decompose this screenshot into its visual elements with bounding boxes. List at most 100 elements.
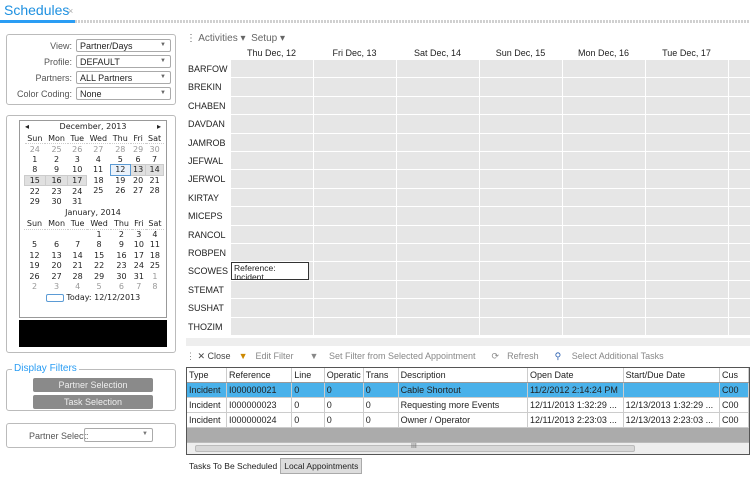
- partner-select-dropdown[interactable]: ▼: [84, 428, 153, 442]
- scrollbar-thumb[interactable]: III: [195, 443, 635, 452]
- calendar-day[interactable]: 26: [24, 271, 45, 282]
- appointment-block[interactable]: Reference: Incident: [231, 262, 309, 280]
- calendar-day[interactable]: 2: [111, 229, 132, 240]
- calendar-day[interactable]: 4: [146, 229, 164, 240]
- calendar-day[interactable]: 15: [87, 250, 111, 261]
- calendar-day[interactable]: 2: [45, 154, 68, 165]
- calendar-day[interactable]: 27: [131, 186, 146, 197]
- profile-select[interactable]: DEFAULT ▼: [76, 55, 171, 68]
- calendar-day[interactable]: 9: [111, 240, 132, 251]
- calendar-day[interactable]: [110, 196, 130, 207]
- partner-selection-button[interactable]: Partner Selection: [33, 378, 153, 392]
- calendar-day[interactable]: 1: [25, 154, 46, 165]
- calendar-day[interactable]: 8: [146, 282, 164, 293]
- calendar-day[interactable]: [146, 196, 164, 207]
- grid-horizontal-scrollbar[interactable]: [186, 338, 750, 346]
- today-link[interactable]: Today: 12/12/2013: [66, 293, 140, 302]
- calendar-day[interactable]: 8: [25, 165, 46, 176]
- calendar-day[interactable]: 26: [68, 144, 87, 155]
- column-header[interactable]: Cus: [719, 368, 749, 383]
- calendar-day[interactable]: 13: [45, 250, 68, 261]
- calendar-day[interactable]: 21: [146, 175, 164, 186]
- calendar-day[interactable]: 30: [111, 271, 132, 282]
- calendar-day[interactable]: 5: [24, 240, 45, 251]
- calendar-day[interactable]: 10: [132, 240, 146, 251]
- calendar-day[interactable]: 19: [110, 175, 130, 186]
- calendar-day[interactable]: 17: [132, 250, 146, 261]
- calendar-day[interactable]: 28: [146, 186, 164, 197]
- calendar-day[interactable]: 9: [45, 165, 68, 176]
- calendar-day[interactable]: 3: [45, 282, 68, 293]
- calendar-day[interactable]: 20: [45, 261, 68, 272]
- calendar-day[interactable]: 5: [110, 154, 130, 165]
- calendar-day[interactable]: 11: [146, 240, 164, 251]
- calendar-day[interactable]: 18: [87, 175, 111, 186]
- calendar-day[interactable]: 7: [68, 240, 87, 251]
- calendar-day[interactable]: 12: [109, 164, 132, 176]
- calendar-day[interactable]: 3: [68, 154, 87, 165]
- calendar-day[interactable]: 23: [111, 261, 132, 272]
- table-row[interactable]: Incident I000000023 0 0 0 Requesting more Eve…: [187, 397, 749, 413]
- table-row[interactable]: Incident I000000024 0 0 0 Owner / Operator 12/…: [187, 412, 749, 428]
- calendar-day[interactable]: 10: [68, 165, 87, 176]
- calendar-day[interactable]: 3: [132, 229, 146, 240]
- select-tasks-button[interactable]: ⚲ Select Additional Tasks: [555, 351, 672, 361]
- calendar-day[interactable]: 27: [87, 144, 111, 155]
- calendar-day[interactable]: 22: [87, 261, 111, 272]
- column-header[interactable]: Open Date: [527, 368, 624, 383]
- calendar-day[interactable]: [24, 229, 45, 240]
- calendar-day[interactable]: 6: [131, 154, 146, 165]
- tab-tasks-to-be-scheduled[interactable]: Tasks To Be Scheduled: [186, 459, 280, 473]
- close-tab-icon[interactable]: ×: [68, 6, 73, 16]
- calendar-day[interactable]: 23: [45, 186, 68, 197]
- calendar-day[interactable]: 4: [68, 282, 87, 293]
- calendar-day[interactable]: 30: [45, 196, 68, 207]
- calendar-day[interactable]: 31: [68, 196, 87, 207]
- schedule-grid[interactable]: [230, 60, 750, 336]
- close-button[interactable]: ✕ Close: [198, 351, 231, 361]
- calendar-day[interactable]: 30: [146, 144, 164, 155]
- calendar-day[interactable]: 14: [145, 164, 164, 176]
- calendar-day[interactable]: 29: [25, 196, 46, 207]
- calendar-day[interactable]: 14: [68, 250, 87, 261]
- calendar-day[interactable]: 13: [129, 164, 147, 176]
- calendar-day[interactable]: 29: [131, 144, 146, 155]
- tab-schedules[interactable]: Schedules: [4, 2, 69, 18]
- calendar-day[interactable]: 12: [24, 250, 45, 261]
- calendar-day[interactable]: 28: [68, 271, 87, 282]
- calendar-day[interactable]: 28: [110, 144, 130, 155]
- color-coding-select[interactable]: None ▼: [76, 87, 171, 100]
- calendar-day[interactable]: 25: [146, 261, 164, 272]
- calendar-day[interactable]: 1: [146, 271, 164, 282]
- partners-select[interactable]: ALL Partners ▼: [76, 71, 171, 84]
- calendar-day[interactable]: 20: [131, 175, 146, 186]
- calendar-day[interactable]: [131, 196, 146, 207]
- column-header[interactable]: Description: [398, 368, 528, 383]
- refresh-button[interactable]: ⟳ Refresh: [492, 351, 547, 361]
- calendar-day[interactable]: 24: [132, 261, 146, 272]
- calendar-day[interactable]: 2: [24, 282, 45, 293]
- calendar-day[interactable]: 26: [110, 186, 130, 197]
- calendar-day[interactable]: 29: [87, 271, 111, 282]
- calendar-day[interactable]: [87, 196, 111, 207]
- calendar-day[interactable]: 16: [44, 174, 69, 186]
- calendar-day[interactable]: 1: [87, 229, 111, 240]
- calendar-day[interactable]: 7: [132, 282, 146, 293]
- edit-filter-button[interactable]: ▼ Edit Filter: [239, 351, 302, 361]
- table-horizontal-scrollbar[interactable]: III: [187, 442, 749, 454]
- column-header[interactable]: Line: [291, 368, 325, 383]
- calendar-day[interactable]: 4: [87, 154, 111, 165]
- calendar-day[interactable]: 8: [87, 240, 111, 251]
- calendar-day[interactable]: 6: [45, 240, 68, 251]
- calendar-day[interactable]: 21: [68, 261, 87, 272]
- column-header[interactable]: Start/Due Date: [623, 368, 721, 383]
- tab-local-appointments[interactable]: Local Appointments: [280, 458, 363, 474]
- calendar-day[interactable]: 27: [45, 271, 68, 282]
- calendar-day[interactable]: 17: [67, 174, 87, 186]
- column-header[interactable]: Trans: [363, 368, 399, 383]
- calendar-day[interactable]: 25: [45, 144, 68, 155]
- calendar-day[interactable]: 31: [132, 271, 146, 282]
- set-filter-button[interactable]: ▼ Set Filter from Selected Appointment: [310, 351, 484, 361]
- setup-menu[interactable]: Setup ▾: [251, 33, 285, 44]
- table-row[interactable]: Incident I000000021 0 0 0 Cable Shortout 11/2/…: [187, 382, 749, 398]
